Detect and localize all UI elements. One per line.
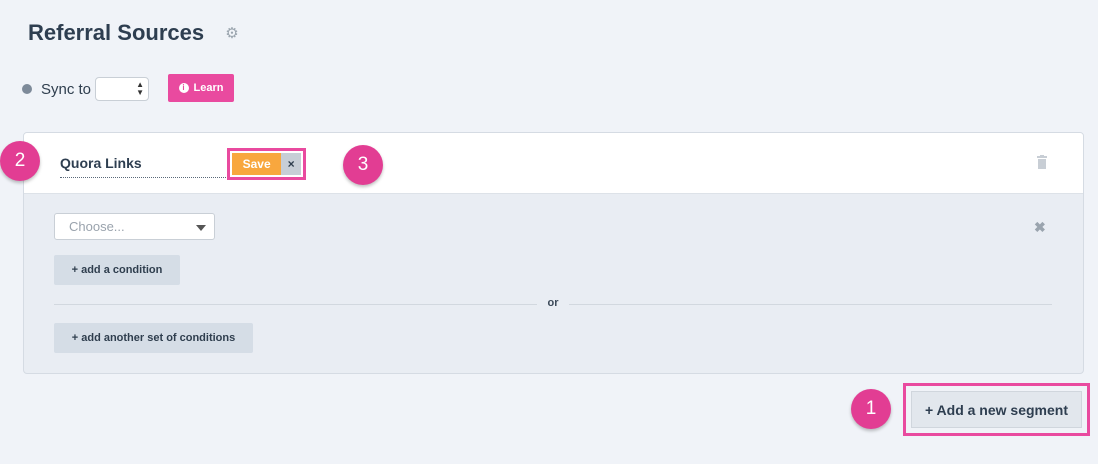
sync-row: Sync to ▲ ▼	[22, 76, 150, 102]
stepper-arrows-icon: ▲ ▼	[136, 80, 145, 97]
info-icon: i	[178, 83, 189, 93]
or-label: or	[537, 297, 569, 309]
caret-down-icon	[196, 225, 206, 231]
add-segment-button[interactable]: + Add a new segment	[911, 391, 1082, 428]
learn-label: Learn	[193, 82, 224, 94]
segment-panel: Quora Links Save × Choose... ✖ + add a c…	[23, 132, 1084, 374]
annotation-badge-3: 3	[343, 145, 383, 185]
save-button[interactable]: Save	[232, 153, 282, 175]
add-segment-highlight: + Add a new segment	[903, 383, 1090, 436]
condition-select-placeholder: Choose...	[69, 219, 125, 234]
annotation-badge-1: 1	[851, 389, 891, 429]
close-icon[interactable]: ✖	[1034, 219, 1046, 236]
trash-icon[interactable]	[1036, 155, 1048, 169]
segment-name-input[interactable]: Quora Links	[60, 151, 226, 178]
page-title: Referral Sources	[28, 20, 205, 45]
learn-button[interactable]: i Learn	[168, 74, 234, 102]
add-condition-button[interactable]: + add a condition	[54, 255, 180, 285]
gear-icon[interactable]: ⚙	[224, 26, 240, 42]
sync-select[interactable]: ▲ ▼	[95, 77, 150, 101]
condition-select[interactable]: Choose...	[54, 213, 215, 240]
annotation-badge-2: 2	[0, 141, 40, 181]
status-dot	[22, 84, 32, 94]
segment-header: Quora Links Save ×	[24, 133, 1083, 194]
save-group-highlight: Save ×	[227, 148, 306, 180]
cancel-button[interactable]: ×	[281, 153, 301, 175]
add-condition-set-button[interactable]: + add another set of conditions	[54, 323, 253, 353]
sync-label: Sync to	[41, 80, 92, 98]
